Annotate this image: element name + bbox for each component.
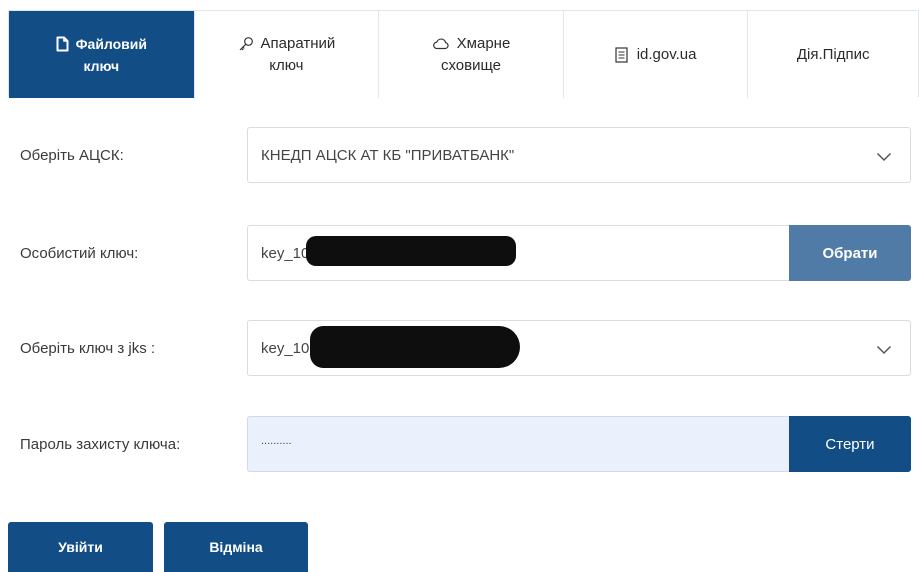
tab-hardware-key-line2: ключ — [269, 56, 304, 74]
login-button[interactable]: Увійти — [8, 522, 153, 572]
private-key-label: Особистий ключ: — [20, 244, 139, 262]
cancel-button[interactable]: Відміна — [164, 522, 308, 572]
chevron-down-icon — [876, 149, 892, 166]
choose-file-button[interactable]: Обрати — [789, 225, 911, 281]
password-row: Пароль захисту ключа: .......... Стерти — [0, 416, 919, 472]
jks-key-label: Оберіть ключ з jks : — [20, 339, 156, 357]
tab-cloud-storage[interactable]: Хмарне сховище — [379, 11, 564, 98]
redaction-mark — [310, 326, 520, 368]
tab-cloud-storage-line2: сховище — [440, 56, 501, 74]
tab-id-gov-ua-label: id.gov.ua — [636, 45, 697, 63]
tab-diia-pidpys-label: Дія.Підпис — [796, 45, 870, 63]
chevron-down-icon — [876, 342, 892, 359]
tab-file-key-line1: Файловий — [75, 35, 147, 52]
key-icon — [238, 36, 254, 52]
password-label: Пароль захисту ключа: — [20, 435, 181, 453]
acsk-label: Оберіть АЦСК: — [20, 146, 124, 164]
acsk-select-value: КНЕДП АЦСК АТ КБ "ПРИВАТБАНК" — [261, 146, 515, 164]
cloud-icon — [432, 37, 450, 50]
acsk-row: Оберіть АЦСК: КНЕДП АЦСК АТ КБ "ПРИВАТБА… — [0, 127, 919, 183]
tab-hardware-key-line1: Апаратний — [260, 34, 336, 52]
tab-id-gov-ua[interactable]: id.gov.ua — [564, 11, 749, 98]
redaction-mark — [306, 236, 516, 266]
erase-button[interactable]: Стерти — [789, 416, 911, 472]
file-icon — [56, 36, 69, 52]
password-input[interactable]: .......... — [247, 416, 789, 472]
tab-file-key-line2: ключ — [83, 57, 120, 74]
tab-diia-pidpys[interactable]: Дія.Підпис — [748, 11, 918, 98]
tab-file-key[interactable]: Файловий ключ — [9, 11, 195, 98]
private-key-row: Особистий ключ: key_1005389206_100538920… — [0, 225, 919, 281]
password-masked-value: .......... — [261, 435, 292, 447]
tab-cloud-storage-line1: Хмарне — [456, 34, 511, 52]
document-icon — [615, 46, 628, 63]
tab-hardware-key[interactable]: Апаратний ключ — [195, 11, 380, 98]
acsk-select[interactable]: КНЕДП АЦСК АТ КБ "ПРИВАТБАНК" — [247, 127, 911, 183]
key-type-tabs: Файловий ключ Апаратний ключ Хмарне схов… — [8, 10, 919, 98]
jks-key-row: Оберіть ключ з jks : key_1005389206_1005… — [0, 320, 919, 376]
